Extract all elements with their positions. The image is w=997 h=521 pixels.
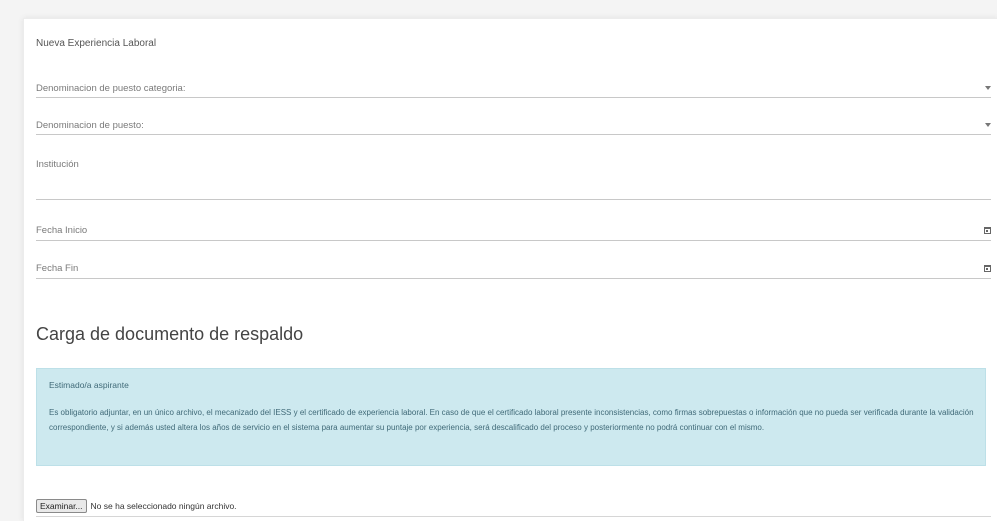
divider: [36, 516, 991, 517]
field-underline: [36, 134, 991, 135]
calendar-icon[interactable]: [984, 227, 991, 234]
field-underline: [36, 97, 991, 98]
field-underline: [36, 240, 991, 241]
puesto-categoria-select[interactable]: Denominacion de puesto categoria:: [36, 83, 991, 99]
file-status-text: No se ha seleccionado ningún archivo.: [90, 501, 237, 511]
file-upload: Examinar... No se ha seleccionado ningún…: [36, 499, 237, 513]
calendar-icon[interactable]: [984, 265, 991, 272]
upload-section-title: Carga de documento de respaldo: [36, 324, 304, 344]
fecha-fin-input[interactable]: Fecha Fin: [36, 263, 991, 279]
browse-file-button[interactable]: Examinar...: [36, 499, 87, 513]
fecha-fin-label: Fecha Fin: [36, 263, 79, 274]
alert-heading: Estimado/a aspirante: [49, 380, 129, 390]
fecha-inicio-input[interactable]: Fecha Inicio: [36, 225, 991, 241]
field-underline: [36, 278, 991, 279]
alert-body: Es obligatorio adjuntar, en un único arc…: [49, 408, 974, 432]
puesto-label: Denominacion de puesto:: [36, 120, 144, 131]
puesto-categoria-label: Denominacion de puesto categoria:: [36, 83, 186, 94]
caret-down-icon: [985, 86, 991, 90]
institucion-label: Institución: [36, 159, 79, 170]
field-underline: [36, 199, 991, 200]
form-title: Nueva Experiencia Laboral: [36, 38, 157, 49]
fecha-inicio-label: Fecha Inicio: [36, 225, 88, 236]
caret-down-icon: [985, 123, 991, 127]
info-alert: Estimado/a aspirante Es obligatorio adju…: [36, 368, 986, 466]
experience-form-card: Nueva Experiencia Laboral Denominacion d…: [23, 18, 997, 521]
puesto-select[interactable]: Denominacion de puesto:: [36, 120, 991, 136]
institucion-input[interactable]: Institución: [36, 159, 991, 201]
